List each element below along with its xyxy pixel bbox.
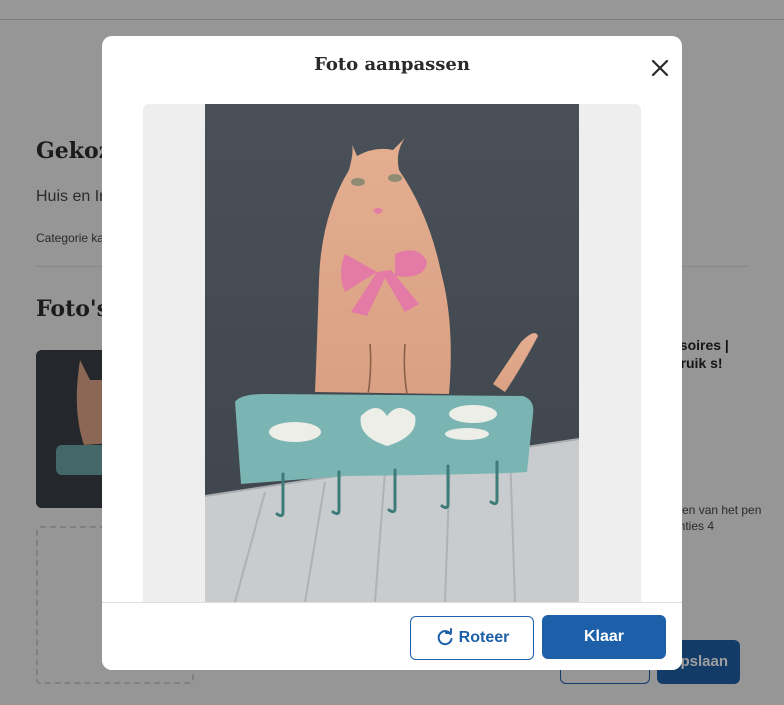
close-button[interactable]	[648, 56, 672, 80]
dialog-footer: Roteer Klaar	[102, 602, 682, 670]
dialog-title: Foto aanpassen	[314, 54, 470, 75]
close-icon	[651, 59, 669, 77]
done-button[interactable]: Klaar	[542, 615, 666, 659]
rotate-button[interactable]: Roteer	[410, 616, 534, 660]
photo-preview	[143, 104, 641, 602]
cat-coat-rack-photo	[205, 104, 579, 602]
edit-photo-dialog: Foto aanpassen Roteer Klaar	[102, 36, 682, 670]
rotate-label: Roteer	[458, 629, 510, 646]
rotate-icon	[437, 628, 453, 646]
